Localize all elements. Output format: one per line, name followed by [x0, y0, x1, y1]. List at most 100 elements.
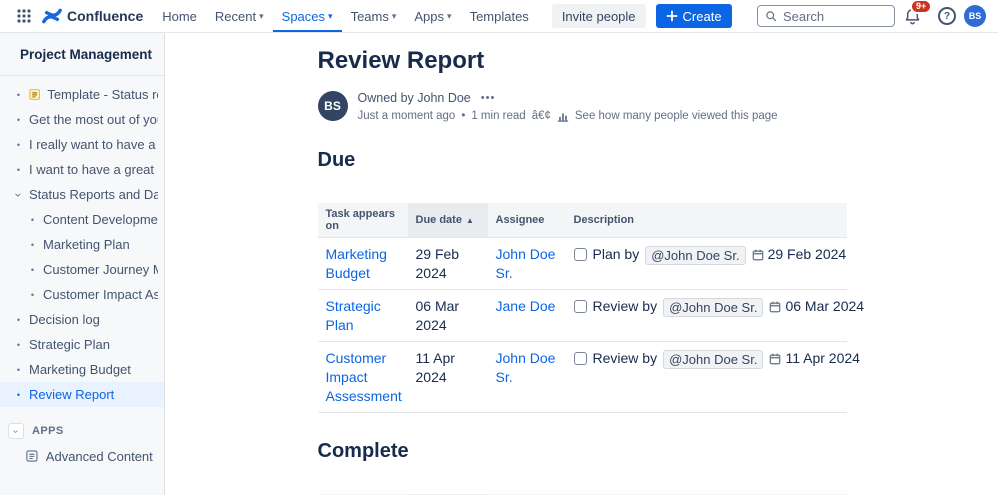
sidebar-item-decision-log[interactable]: • Decision log [0, 307, 164, 332]
logo-text: Confluence [67, 8, 143, 24]
bullet-icon: • [15, 315, 22, 325]
table-row: Strategic Plan 06 Mar 2024 Jane Doe Revi… [318, 290, 847, 342]
sort-ascending-icon: ▲ [466, 216, 474, 225]
app-content-icon [26, 449, 38, 463]
caret-down-icon: ▾ [259, 11, 264, 22]
assignee-link[interactable]: John Doe Sr. [496, 350, 556, 385]
more-actions-button[interactable]: ••• [481, 92, 496, 104]
bullet-icon: • [29, 215, 36, 225]
nav-item-home[interactable]: Home [153, 0, 206, 32]
task-link[interactable]: Strategic Plan [326, 298, 381, 333]
dot-separator: • [461, 110, 465, 122]
confluence-logo[interactable]: Confluence [40, 0, 153, 32]
collapse-chevron-icon[interactable]: › [8, 423, 24, 439]
task-checkbox[interactable] [574, 352, 587, 365]
col-assignee: Assignee [488, 203, 566, 237]
sidebar: Project Management • Template - Status r… [0, 33, 165, 495]
bullet-icon: • [15, 140, 22, 150]
nav-item-teams[interactable]: Teams▾ [342, 0, 406, 32]
search-input[interactable] [783, 9, 887, 24]
space-header[interactable]: Project Management [0, 33, 164, 76]
nav-item-templates[interactable]: Templates [461, 0, 538, 32]
sidebar-item-content-development[interactable]: • Content Development [0, 207, 164, 232]
col-description: Description [566, 203, 847, 237]
task-checkbox[interactable] [574, 300, 587, 313]
due-date-cell: 11 Apr 2024 [408, 342, 488, 412]
analytics-chart-icon [557, 110, 569, 122]
bullet-icon: • [29, 290, 36, 300]
due-date-chip[interactable]: 29 Feb 2024 [752, 245, 847, 264]
due-date-cell: 06 Mar 2024 [408, 290, 488, 341]
bullet-icon: • [15, 365, 22, 375]
main-content: Review Report BS Owned by John Doe ••• J… [166, 33, 998, 495]
apps-section-header[interactable]: › APPS [0, 419, 164, 443]
description-cell: Plan by @John Doe Sr. 29 Feb 2024 [566, 238, 855, 289]
create-button[interactable]: Create [656, 4, 732, 28]
chevron-down-icon: › [12, 191, 26, 198]
sidebar-item-template-status[interactable]: • Template - Status re... [0, 82, 164, 107]
separator-text: â€¢ [532, 110, 551, 122]
read-time-text: 1 min read [471, 110, 525, 122]
calendar-icon [752, 249, 764, 261]
notifications-badge: 9+ [910, 0, 932, 14]
sidebar-item-i-really-want[interactable]: • I really want to have a gr... [0, 132, 164, 157]
byline: BS Owned by John Doe ••• Just a moment a… [318, 91, 847, 122]
task-action-text: Plan by [593, 245, 640, 264]
space-name: Project Management [20, 47, 152, 62]
help-button[interactable]: ? [938, 7, 956, 25]
sidebar-item-status-reports[interactable]: › Status Reports and Das... [0, 182, 164, 207]
page-tree: • Template - Status re... • Get the most… [0, 76, 164, 407]
memo-icon [29, 88, 40, 101]
caret-down-icon: ▾ [328, 11, 333, 22]
task-link[interactable]: Marketing Budget [326, 246, 387, 281]
table-header-row: Task appears on Due date ▲ Assignee Desc… [318, 203, 847, 238]
search-icon [765, 9, 777, 23]
plus-icon [666, 10, 678, 22]
sidebar-item-get-the-most[interactable]: • Get the most out of you... [0, 107, 164, 132]
bullet-icon: • [29, 240, 36, 250]
task-action-text: Review by [593, 297, 658, 316]
sidebar-item-marketing-budget[interactable]: • Marketing Budget [0, 357, 164, 382]
sidebar-item-advanced-content[interactable]: Advanced Content N... [0, 443, 164, 469]
mention-pill[interactable]: @John Doe Sr. [663, 350, 763, 369]
mention-pill[interactable]: @John Doe Sr. [663, 298, 763, 317]
notifications-button[interactable]: 9+ [895, 8, 930, 25]
table-row: Customer Impact Assessment 11 Apr 2024 J… [318, 342, 847, 413]
mention-pill[interactable]: @John Doe Sr. [645, 246, 745, 265]
sidebar-item-review-report[interactable]: • Review Report [0, 382, 164, 407]
due-date-chip[interactable]: 06 Mar 2024 [769, 297, 864, 316]
task-link[interactable]: Customer Impact Assessment [326, 350, 402, 404]
sidebar-item-strategic-plan[interactable]: • Strategic Plan [0, 332, 164, 357]
bullet-icon: • [15, 340, 22, 350]
assignee-link[interactable]: Jane Doe [496, 298, 556, 314]
search-box[interactable] [757, 5, 895, 27]
nav-item-apps[interactable]: Apps▾ [405, 0, 460, 32]
calendar-icon [769, 353, 781, 365]
table-row: Marketing Budget 29 Feb 2024 John Doe Sr… [318, 238, 847, 290]
page-author-avatar: BS [318, 91, 348, 121]
description-cell: Review by @John Doe Sr. 06 Mar 2024 [566, 290, 873, 341]
page-views-link[interactable]: See how many people viewed this page [575, 110, 778, 122]
app-switcher-icon[interactable] [8, 0, 40, 32]
nav-item-recent[interactable]: Recent▾ [206, 0, 273, 32]
task-checkbox[interactable] [574, 248, 587, 261]
caret-down-icon: ▾ [447, 11, 452, 22]
description-cell: Review by @John Doe Sr. 11 Apr 2024 [566, 342, 868, 412]
assignee-link[interactable]: John Doe Sr. [496, 246, 556, 281]
col-due-date-sort[interactable]: Due date ▲ [408, 203, 488, 237]
bullet-icon: • [15, 165, 22, 175]
page-title: Review Report [318, 47, 847, 75]
section-heading-due: Due [318, 149, 847, 172]
invite-people-button[interactable]: Invite people [552, 4, 646, 28]
sidebar-item-marketing-plan[interactable]: • Marketing Plan [0, 232, 164, 257]
nav-item-spaces[interactable]: Spaces▾ [273, 0, 342, 32]
sidebar-item-i-want-great[interactable]: • I want to have a great o... [0, 157, 164, 182]
due-date-cell: 29 Feb 2024 [408, 238, 488, 289]
bullet-icon: • [15, 115, 22, 125]
sidebar-item-customer-impact[interactable]: • Customer Impact Ass... [0, 282, 164, 307]
sidebar-item-customer-journey-map[interactable]: • Customer Journey Map [0, 257, 164, 282]
owned-by-text: Owned by John Doe [358, 91, 471, 105]
due-date-chip[interactable]: 11 Apr 2024 [769, 349, 859, 368]
user-avatar[interactable]: BS [964, 5, 986, 27]
apps-section: › APPS Advanced Content N... [0, 419, 164, 469]
